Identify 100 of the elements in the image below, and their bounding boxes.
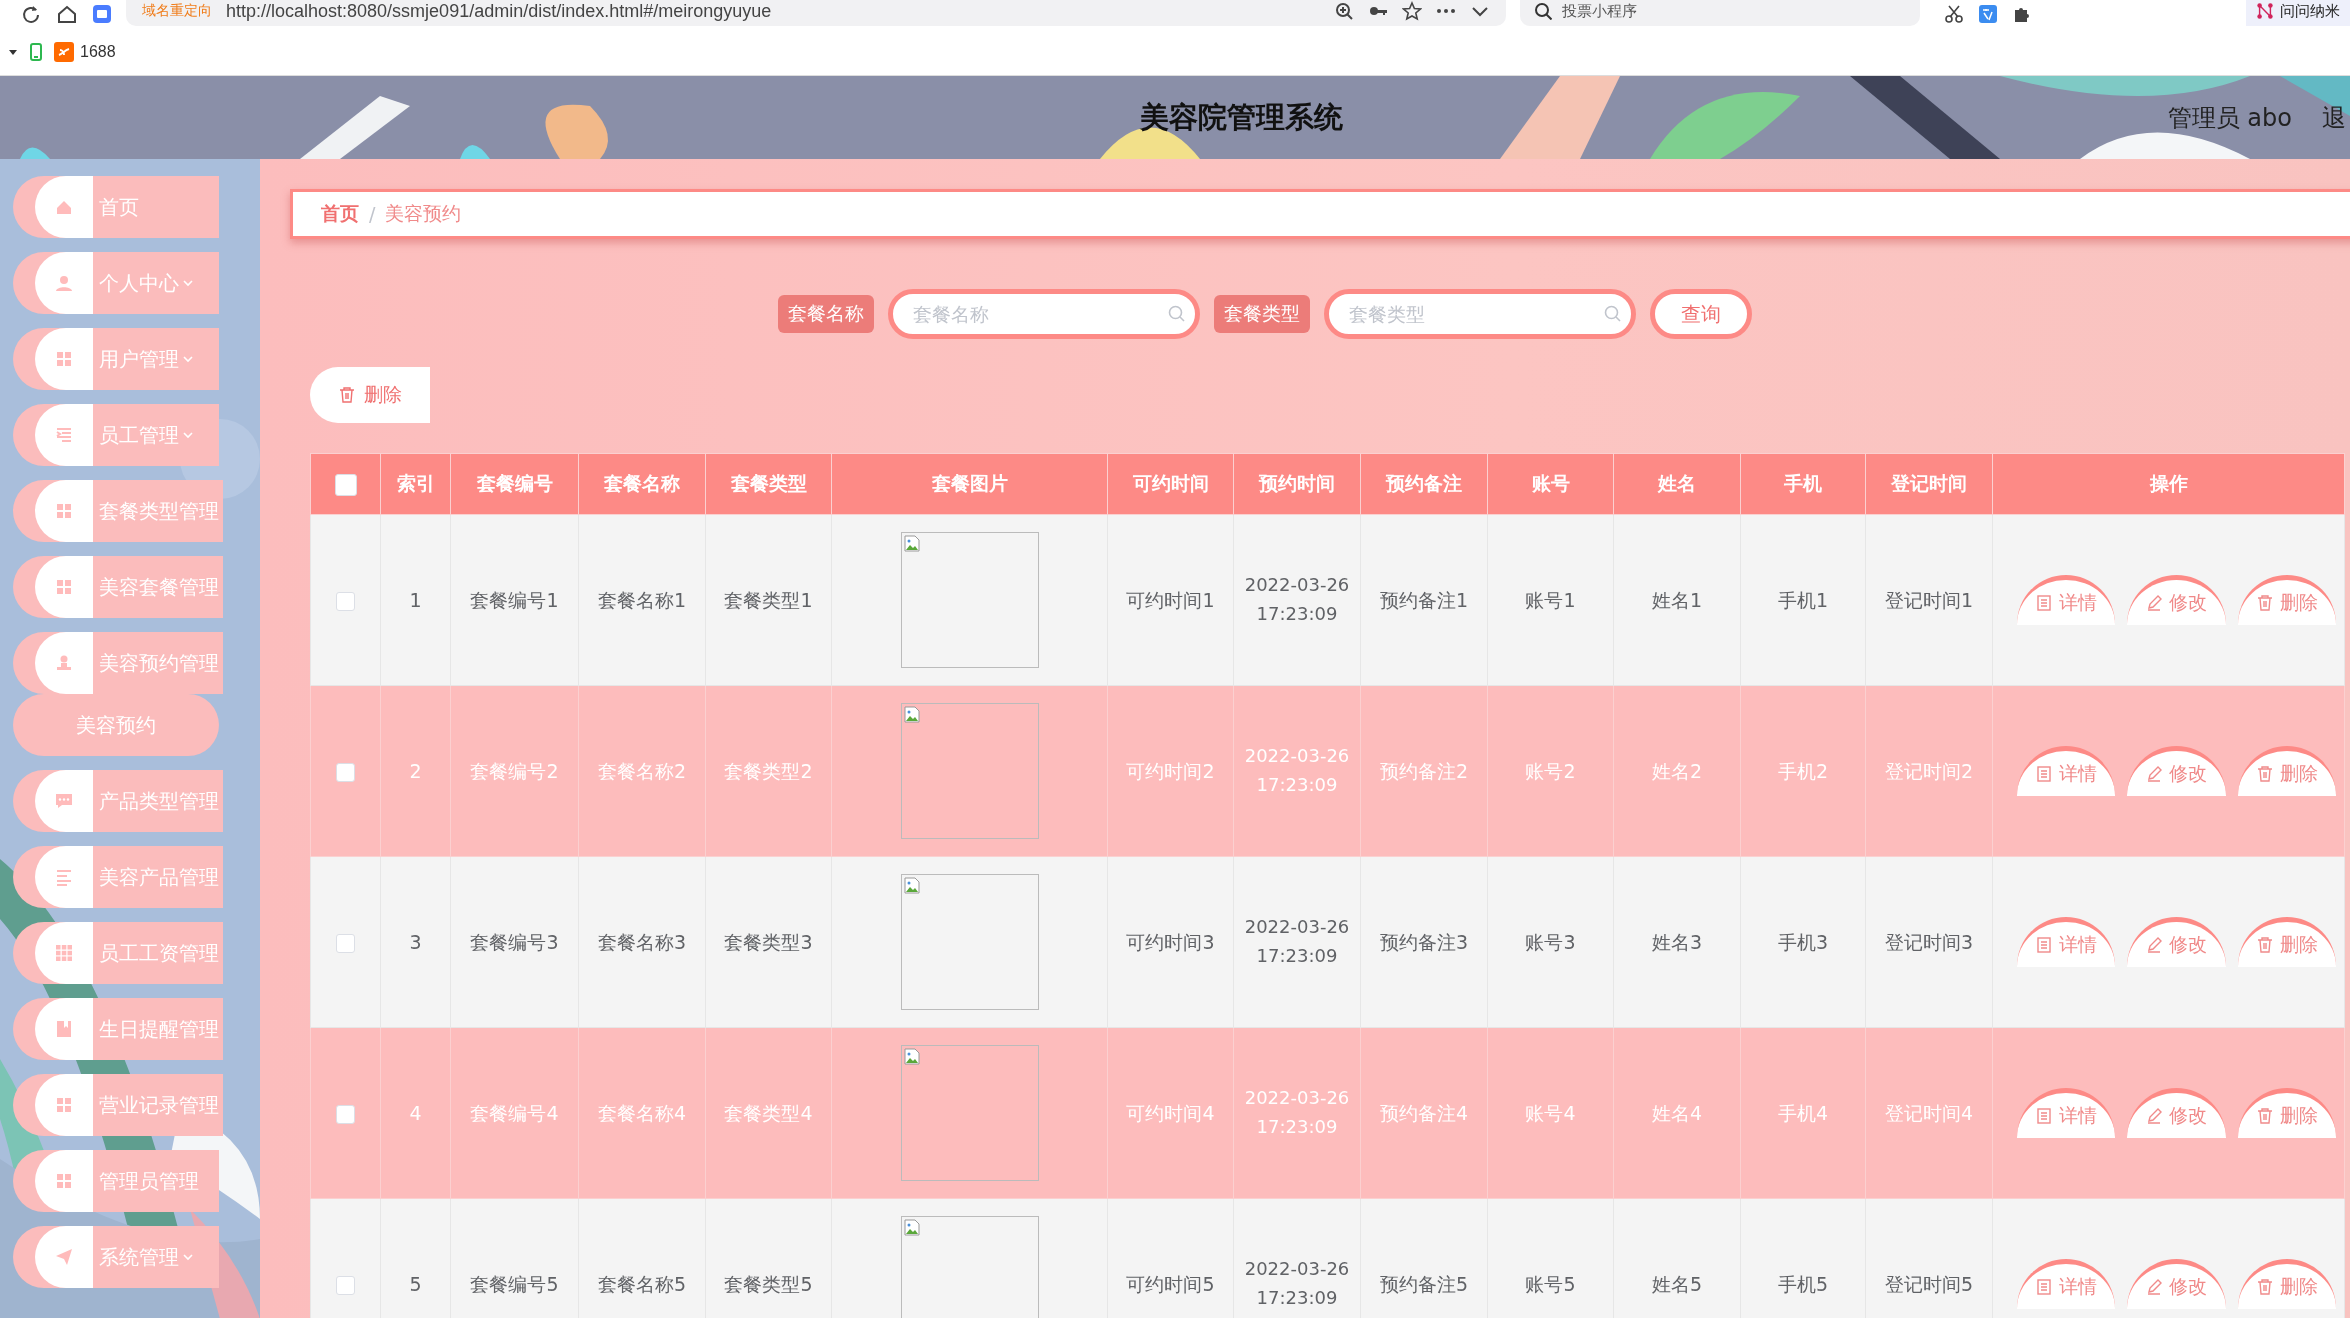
table-cell: 套餐名称5 — [578, 1198, 706, 1318]
table-cell: 姓名5 — [1613, 1198, 1741, 1318]
details-button[interactable]: 详情 — [2017, 575, 2116, 625]
home-icon[interactable] — [56, 4, 78, 24]
table-cell: 姓名4 — [1613, 1027, 1741, 1199]
edit-button[interactable]: 修改 — [2127, 746, 2226, 796]
delete-button[interactable]: 删除 — [2237, 917, 2336, 967]
table-cell: 2022-03-26 17:23:09 — [1233, 514, 1361, 686]
column-header: 索引 — [380, 453, 451, 515]
column-header: 套餐类型 — [705, 453, 832, 515]
table-cell: 可约时间3 — [1107, 856, 1234, 1028]
scissors-icon[interactable] — [1944, 4, 1964, 24]
address-bar[interactable]: http://localhost:8080/ssmje091/admin/dist/index.html#/meirongyuyue — [226, 0, 1320, 22]
edit-button[interactable]: 修改 — [2127, 1088, 2226, 1138]
grid-icon — [54, 349, 74, 369]
table-cell: 账号4 — [1487, 1027, 1614, 1199]
table-cell: 可约时间1 — [1107, 514, 1234, 686]
table-cell: 预约备注2 — [1360, 685, 1488, 857]
sidebar-item[interactable]: 管理员管理 — [13, 1150, 219, 1212]
table-cell: 手机2 — [1740, 685, 1866, 857]
table-cell: 登记时间2 — [1865, 685, 1993, 857]
sidebar-item[interactable]: 用户管理 — [13, 328, 219, 390]
table-cell: 套餐名称4 — [578, 1027, 706, 1199]
star-icon[interactable] — [1402, 1, 1422, 21]
sidebar-item[interactable]: 产品类型管理 — [13, 770, 223, 832]
table-cell: 登记时间3 — [1865, 856, 1993, 1028]
delete-button[interactable]: 删除 — [310, 367, 430, 423]
bookmark-logo-icon — [54, 41, 74, 62]
app-logo-icon[interactable] — [92, 4, 112, 24]
sidebar-item[interactable]: 美容产品管理 — [13, 846, 223, 908]
broken-image-icon — [903, 706, 920, 724]
table-cell: 套餐名称1 — [578, 514, 706, 686]
sidebar-item[interactable]: 美容套餐管理 — [13, 556, 223, 618]
list-icon — [54, 867, 74, 887]
table-cell: 2022-03-26 17:23:09 — [1233, 685, 1361, 857]
edit-button[interactable]: 修改 — [2127, 1259, 2226, 1309]
breadcrumb-link[interactable]: 首页 — [321, 201, 359, 227]
document-icon — [2035, 935, 2054, 954]
delete-button[interactable]: 删除 — [2237, 746, 2336, 796]
pencil-icon — [2145, 935, 2164, 954]
sidebar-item[interactable]: 美容预约管理 — [13, 632, 223, 694]
extension-button[interactable]: 问问纳米 — [2246, 0, 2350, 26]
trash-icon — [2255, 764, 2274, 783]
grid-icon — [54, 943, 74, 963]
table-cell: 套餐编号3 — [450, 856, 579, 1028]
table-cell: 手机4 — [1740, 1027, 1866, 1199]
column-header: 预约备注 — [1360, 453, 1488, 515]
search-icon — [1534, 2, 1552, 20]
delete-button[interactable]: 删除 — [2237, 575, 2336, 625]
table-cell: 套餐编号2 — [450, 685, 579, 857]
list-icon — [54, 425, 74, 445]
submenu-item[interactable]: 美容预约 — [13, 694, 219, 756]
sidebar-item[interactable]: 首页 — [13, 176, 219, 238]
details-button[interactable]: 详情 — [2017, 917, 2116, 967]
row-checkbox[interactable] — [336, 762, 355, 782]
column-header: 操作 — [1992, 453, 2345, 515]
sidebar-item[interactable]: 员工管理 — [13, 404, 219, 466]
table-cell: 套餐类型5 — [705, 1198, 832, 1318]
search-field[interactable]: 投票小程序 — [1562, 1, 1637, 21]
column-header: 套餐图片 — [831, 453, 1108, 515]
search-field[interactable]: 套餐名称 — [888, 289, 1200, 339]
details-button[interactable]: 详情 — [2017, 1259, 2116, 1309]
delete-button[interactable]: 删除 — [2237, 1259, 2336, 1309]
table-cell: 登记时间5 — [1865, 1198, 1993, 1318]
sidebar-item[interactable]: 生日提醒管理 — [13, 998, 223, 1060]
search-field[interactable]: 套餐类型 — [1324, 289, 1636, 339]
query-button[interactable]: 查询 — [1650, 289, 1752, 339]
phone-icon[interactable] — [28, 42, 44, 61]
table-cell: 姓名1 — [1613, 514, 1741, 686]
network-logo-icon — [2256, 2, 2274, 20]
sidebar-item[interactable]: 系统管理 — [13, 1226, 219, 1288]
sidebar-item[interactable]: 套餐类型管理 — [13, 480, 223, 542]
zoom-in-icon[interactable] — [1334, 1, 1354, 21]
details-button[interactable]: 详情 — [2017, 1088, 2116, 1138]
row-checkbox[interactable] — [336, 1104, 355, 1124]
sidebar-item[interactable]: 营业记录管理 — [13, 1074, 223, 1136]
translate-icon[interactable] — [1978, 4, 1998, 24]
grid-icon — [54, 577, 74, 597]
sidebar-item[interactable]: 员工工资管理 — [13, 922, 223, 984]
search-icon — [1168, 305, 1186, 323]
row-checkbox[interactable] — [336, 1275, 355, 1295]
delete-button[interactable]: 删除 — [2237, 1088, 2336, 1138]
table-cell: 4 — [380, 1027, 451, 1199]
select-all-checkbox[interactable] — [334, 473, 357, 496]
details-button[interactable]: 详情 — [2017, 746, 2116, 796]
grid-icon — [54, 501, 74, 521]
reload-icon[interactable] — [20, 4, 42, 24]
row-checkbox[interactable] — [336, 933, 355, 953]
sidebar-item[interactable]: 个人中心 — [13, 252, 219, 314]
edit-button[interactable]: 修改 — [2127, 917, 2226, 967]
trash-icon — [2255, 935, 2274, 954]
table-cell: 登记时间1 — [1865, 514, 1993, 686]
table-cell: 2022-03-26 17:23:09 — [1233, 1027, 1361, 1199]
edit-button[interactable]: 修改 — [2127, 575, 2226, 625]
field-label: 套餐名称 — [778, 295, 874, 333]
row-checkbox[interactable] — [336, 591, 355, 611]
table-cell: 套餐类型1 — [705, 514, 832, 686]
trash-icon — [2255, 593, 2274, 612]
bookmark-link[interactable]: 1688 — [54, 41, 116, 62]
chat-icon — [54, 791, 74, 811]
